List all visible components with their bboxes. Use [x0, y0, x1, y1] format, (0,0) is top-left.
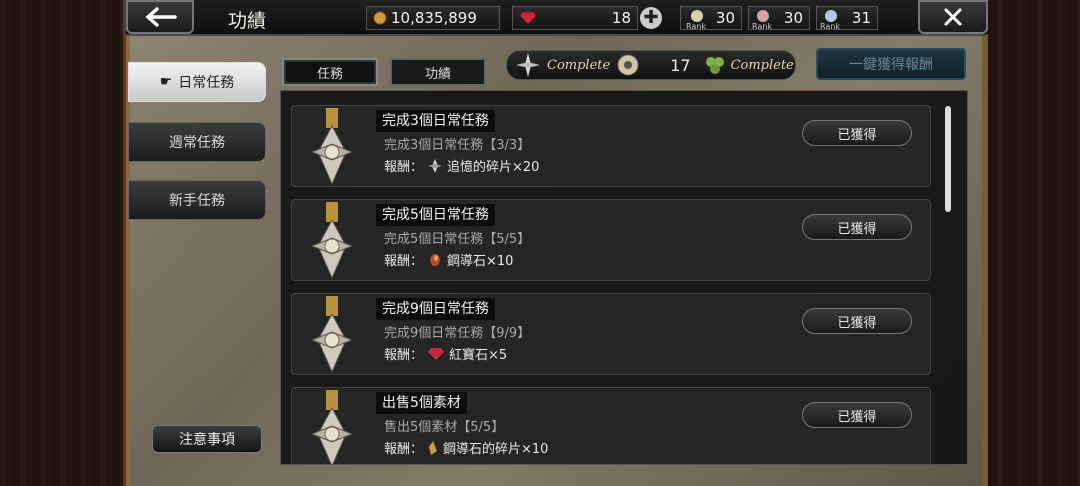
sidebar-item-daily[interactable]: ☛ 日常任務 — [128, 62, 266, 102]
mission-progress: 完成3個日常任務【3/3】 — [384, 138, 531, 153]
gem-counter: 18 — [512, 6, 638, 30]
rank-crest-icon — [825, 10, 837, 22]
scrollbar[interactable] — [942, 104, 954, 449]
coin-counter: 10,835,899 — [366, 6, 500, 30]
coin-icon — [373, 11, 387, 25]
back-button[interactable] — [126, 0, 194, 34]
reward-text: 鋼導石的碎片×10 — [443, 442, 549, 457]
reward-text: 鋼導石×10 — [447, 254, 514, 269]
sidebar-item-beginner[interactable]: 新手任務 — [128, 180, 266, 220]
rank-crest-icon — [757, 10, 769, 22]
mission-title: 完成5個日常任務 — [376, 204, 495, 226]
page-title: 功績 — [228, 10, 267, 32]
scroll-thumb[interactable] — [945, 106, 951, 212]
list-item: 完成5個日常任務 完成5個日常任務【5/5】 報酬： 鋼導石×10 已獲得 — [291, 199, 931, 281]
mission-progress: 完成9個日常任務【9/9】 — [384, 326, 531, 341]
sun-medal-icon — [617, 54, 639, 76]
rank-value: 31 — [851, 9, 871, 27]
mission-title: 完成3個日常任務 — [376, 110, 495, 132]
ruby-icon — [428, 347, 445, 360]
medal-icon — [310, 108, 354, 186]
map-border — [982, 28, 988, 486]
list-item: 出售5個素材 售出5個素材【5/5】 報酬： 鋼導石的碎片×10 已獲得 — [291, 387, 931, 464]
reward-label: 報酬： — [384, 348, 424, 363]
mission-title: 完成9個日常任務 — [376, 298, 495, 320]
notes-button[interactable]: 注意事項 — [152, 425, 262, 453]
compass-icon — [516, 53, 540, 77]
claimed-button[interactable]: 已獲得 — [802, 120, 912, 146]
complete-label: Complete — [547, 57, 611, 73]
coin-amount: 10,835,899 — [391, 9, 477, 27]
complete-count: 17 — [670, 55, 691, 75]
mission-progress: 完成5個日常任務【5/5】 — [384, 232, 531, 247]
reward-label: 報酬： — [384, 160, 424, 175]
claimed-button[interactable]: 已獲得 — [802, 214, 912, 240]
close-icon — [944, 8, 962, 26]
rank-crest-icon — [691, 10, 703, 22]
left-frame — [0, 0, 126, 486]
close-button[interactable] — [918, 0, 988, 34]
sidebar-item-label: 日常任務 — [178, 75, 235, 91]
claimed-button[interactable]: 已獲得 — [802, 402, 912, 428]
gem-amount: 18 — [611, 9, 631, 27]
medal-icon — [310, 296, 354, 374]
completion-bar: Complete 17 Complete — [506, 50, 796, 80]
mission-progress: 售出5個素材【5/5】 — [384, 420, 505, 435]
tab-achievements[interactable]: 功績 — [390, 58, 486, 86]
mission-reward: 報酬： 鋼導石×10 — [384, 250, 513, 269]
ore-icon — [430, 253, 441, 266]
reward-text: 紅寶石×5 — [449, 348, 508, 363]
sidebar-item-label: 週常任務 — [169, 135, 225, 151]
add-gems-button[interactable]: ✚ — [640, 7, 662, 29]
reward-label: 報酬： — [384, 254, 424, 269]
medal-icon — [310, 202, 354, 280]
pointing-hand-icon: ☛ — [159, 74, 173, 90]
ore-shard-icon — [429, 440, 438, 455]
mission-title: 出售5個素材 — [376, 392, 467, 414]
gem-icon — [519, 11, 537, 25]
claim-all-button[interactable]: 一鍵獲得報酬 — [816, 48, 966, 80]
sidebar-item-label: 新手任務 — [169, 193, 225, 209]
reward-label: 報酬： — [384, 442, 424, 457]
back-arrow-icon — [145, 7, 177, 27]
clover-icon — [705, 57, 724, 74]
list-item: 完成3個日常任務 完成3個日常任務【3/3】 報酬： 追憶的碎片×20 已獲得 — [291, 105, 931, 187]
rank-value: 30 — [715, 9, 735, 27]
claimed-button[interactable]: 已獲得 — [802, 308, 912, 334]
mission-list: 完成3個日常任務 完成3個日常任務【3/3】 報酬： 追憶的碎片×20 已獲得 … — [280, 90, 968, 465]
complete-label: Complete — [730, 57, 794, 73]
shard-icon — [428, 158, 443, 173]
reward-text: 追憶的碎片×20 — [447, 160, 540, 175]
mission-reward: 報酬： 追憶的碎片×20 — [384, 156, 539, 175]
tab-missions[interactable]: 任務 — [282, 58, 378, 86]
rank-value: 30 — [783, 9, 803, 27]
sidebar-item-weekly[interactable]: 週常任務 — [128, 122, 266, 162]
list-item: 完成9個日常任務 完成9個日常任務【9/9】 報酬： 紅寶石×5 已獲得 — [291, 293, 931, 375]
mission-reward: 報酬： 鋼導石的碎片×10 — [384, 438, 548, 457]
medal-icon — [310, 390, 354, 464]
mission-reward: 報酬： 紅寶石×5 — [384, 344, 507, 363]
